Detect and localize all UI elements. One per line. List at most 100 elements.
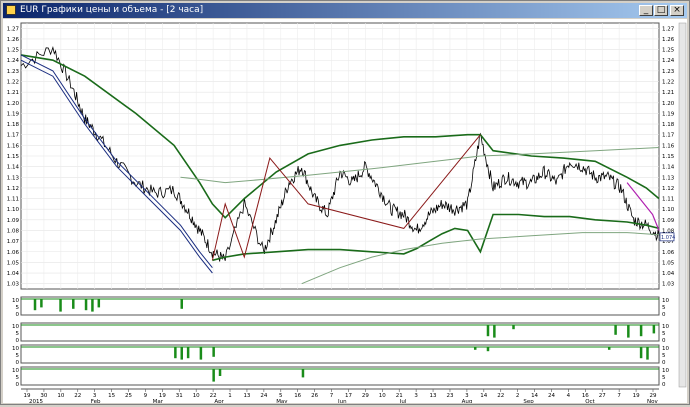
- x-day-label: 7: [617, 393, 621, 399]
- y-tick-label-right: 1.23: [662, 69, 675, 75]
- x-day-label: 27: [599, 393, 606, 399]
- x-day-label: 3: [414, 393, 418, 399]
- indicator-bar: [180, 299, 183, 309]
- close-button[interactable]: ×: [670, 5, 684, 16]
- y-tick-label-left: 1.13: [7, 175, 20, 181]
- x-day-label: 4: [567, 393, 571, 399]
- y-tick-label-right: 1.11: [662, 197, 674, 203]
- indicator-bar: [186, 347, 190, 359]
- x-day-label: 10: [379, 393, 386, 399]
- indicator-bar: [91, 299, 94, 312]
- y-tick-label-right: 1.06: [662, 250, 675, 256]
- x-day-label: 10: [57, 393, 64, 399]
- indicator-panel-frame: [20, 322, 660, 342]
- indicator-y-tick-left: 5: [16, 353, 20, 359]
- x-month-label: 2015: [29, 399, 43, 403]
- y-tick-label-left: 1.09: [7, 218, 20, 224]
- y-tick-label-left: 1.10: [7, 207, 20, 213]
- indicator-y-tick-right: 5: [662, 305, 666, 311]
- x-day-label: 23: [446, 393, 453, 399]
- x-day-label: 13: [430, 393, 437, 399]
- indicator-y-tick-left: 0: [16, 338, 20, 344]
- x-day-label: 24: [548, 393, 555, 399]
- x-day-label: 19: [633, 393, 640, 399]
- indicator-panel-frame: [20, 344, 660, 364]
- y-tick-label-left: 1.11: [7, 197, 19, 203]
- indicator-y-tick-left: 0: [16, 312, 20, 318]
- indicator-bar: [512, 325, 515, 330]
- chart-app-icon: [6, 5, 16, 15]
- x-day-label: 26: [311, 393, 318, 399]
- indicator-y-tick-left: 10: [12, 298, 19, 304]
- y-tick-label-right: 1.21: [662, 90, 674, 96]
- indicator-y-tick-left: 5: [16, 375, 20, 381]
- maximize-button[interactable]: □: [654, 5, 668, 16]
- x-day-label: 29: [362, 393, 369, 399]
- x-month-label: Jun: [337, 399, 347, 403]
- chart-area[interactable]: 1.27 1.27 1.26 1.26 1.25 1.25 1.24 1.24 1.23 1.23…: [3, 19, 687, 405]
- x-month-label: Jul: [399, 399, 407, 403]
- y-tick-label-right: 1.25: [662, 48, 675, 54]
- indicator-y-tick-left: 0: [16, 382, 20, 388]
- y-tick-label-left: 1.06: [7, 250, 20, 256]
- indicator-y-tick-right: 0: [662, 338, 666, 344]
- indicator-bar: [33, 299, 37, 311]
- indicator-bar: [218, 369, 222, 376]
- x-day-label: 22: [497, 393, 504, 399]
- y-tick-label-right: 1.09: [662, 218, 675, 224]
- x-month-label: Aug: [462, 399, 473, 403]
- x-month-label: Feb: [91, 399, 101, 403]
- indicator-bar: [59, 299, 62, 312]
- y-tick-label-left: 1.03: [7, 282, 20, 288]
- x-day-label: 2: [516, 393, 520, 399]
- x-day-label: 25: [125, 393, 132, 399]
- y-tick-label-left: 1.26: [7, 37, 20, 43]
- app-window: EUR Графики цены и объема - [2 часа] _ □…: [0, 0, 690, 405]
- indicator-bar: [84, 299, 88, 311]
- indicator-bar: [652, 325, 656, 334]
- y-tick-label-right: 1.04: [662, 271, 675, 277]
- x-month-label: Oct: [585, 399, 595, 403]
- y-tick-label-right: 1.05: [662, 260, 675, 266]
- y-tick-label-right: 1.13: [662, 175, 675, 181]
- indicator-y-tick-left: 5: [16, 305, 20, 311]
- x-day-label: 13: [243, 393, 250, 399]
- y-tick-label-left: 1.16: [7, 143, 20, 149]
- y-tick-label-right: 1.18: [662, 122, 675, 128]
- indicator-bar: [614, 325, 617, 335]
- x-month-label: May: [276, 399, 288, 403]
- indicator-y-tick-left: 10: [12, 368, 19, 374]
- x-month-label: Sep: [523, 399, 534, 403]
- y-tick-label-left: 1.14: [7, 165, 20, 171]
- indicator-bar: [174, 347, 177, 359]
- x-day-label: 15: [108, 393, 115, 399]
- indicator-y-tick-right: 0: [662, 382, 666, 388]
- y-tick-label-left: 1.22: [7, 80, 19, 86]
- y-tick-label-left: 1.20: [7, 101, 20, 107]
- title-bar[interactable]: EUR Графики цены и объема - [2 часа] _ □…: [3, 3, 687, 18]
- y-tick-label-right: 1.27: [662, 26, 675, 32]
- indicator-bar: [72, 299, 75, 309]
- indicator-y-tick-right: 5: [662, 375, 666, 381]
- indicator-bar: [97, 299, 101, 308]
- y-tick-label-right: 1.03: [662, 282, 675, 288]
- x-day-label: 7: [330, 393, 334, 399]
- indicator-bar: [473, 347, 477, 350]
- y-tick-label-left: 1.27: [7, 26, 20, 32]
- x-day-label: 9: [144, 393, 148, 399]
- y-tick-label-right: 1.14: [662, 165, 675, 171]
- x-day-label: 22: [74, 393, 81, 399]
- indicator-y-tick-right: 0: [662, 360, 666, 366]
- x-day-label: 31: [176, 393, 183, 399]
- y-tick-label-left: 1.17: [7, 133, 20, 139]
- price-chart-svg[interactable]: 1.27 1.27 1.26 1.26 1.25 1.25 1.24 1.24 1.23 1.23…: [3, 19, 687, 405]
- y-tick-label-right: 1.16: [662, 143, 675, 149]
- indicator-bar: [607, 347, 611, 350]
- vertical-scrollbar: [678, 22, 687, 388]
- minimize-button[interactable]: _: [639, 5, 653, 16]
- y-tick-label-left: 1.21: [7, 90, 19, 96]
- x-month-label: Mar: [153, 399, 164, 403]
- indicator-y-tick-left: 10: [12, 324, 19, 330]
- last-price-label: 1.074: [661, 235, 675, 241]
- indicator-bar: [639, 347, 643, 359]
